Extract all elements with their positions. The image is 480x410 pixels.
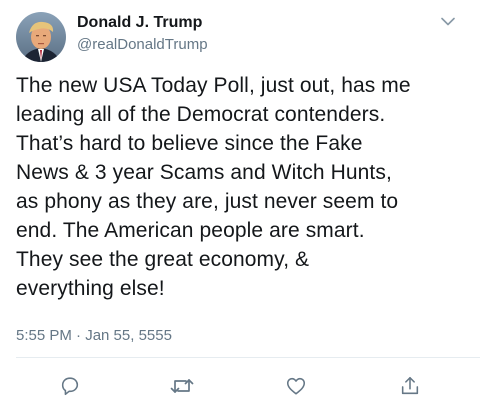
tweet-card: Donald J. Trump @realDonaldTrump The new… [0,0,480,410]
tweet-text-line: everything else! [16,277,165,300]
tweet-text: The new USA Today Poll, just out, has me… [16,71,471,303]
tweet-text-line: leading all of the Democrat contenders. [16,103,386,126]
heart-icon[interactable] [284,374,308,398]
chevron-down-icon[interactable] [438,14,458,28]
reply-icon[interactable] [58,374,82,398]
retweet-icon[interactable] [170,374,194,398]
tweet-text-line: end. The American people are smart. [16,219,365,242]
author-handle[interactable]: @realDonaldTrump [77,36,208,53]
tweet-timestamp[interactable]: 5:55 PM · Jan 55, 5555 [16,327,172,344]
author-name[interactable]: Donald J. Trump [77,14,202,32]
avatar[interactable] [16,12,66,62]
divider [16,357,480,358]
tweet-text-line: That’s hard to believe since the Fake [16,132,363,155]
tweet-text-line: News & 3 year Scams and Witch Hunts, [16,161,392,184]
share-icon[interactable] [398,374,422,398]
tweet-text-line: as phony as they are, just never seem to [16,190,399,213]
tweet-text-line: The new USA Today Poll, just out, has me [16,74,411,97]
tweet-text-line: They see the great economy, & [16,248,310,271]
